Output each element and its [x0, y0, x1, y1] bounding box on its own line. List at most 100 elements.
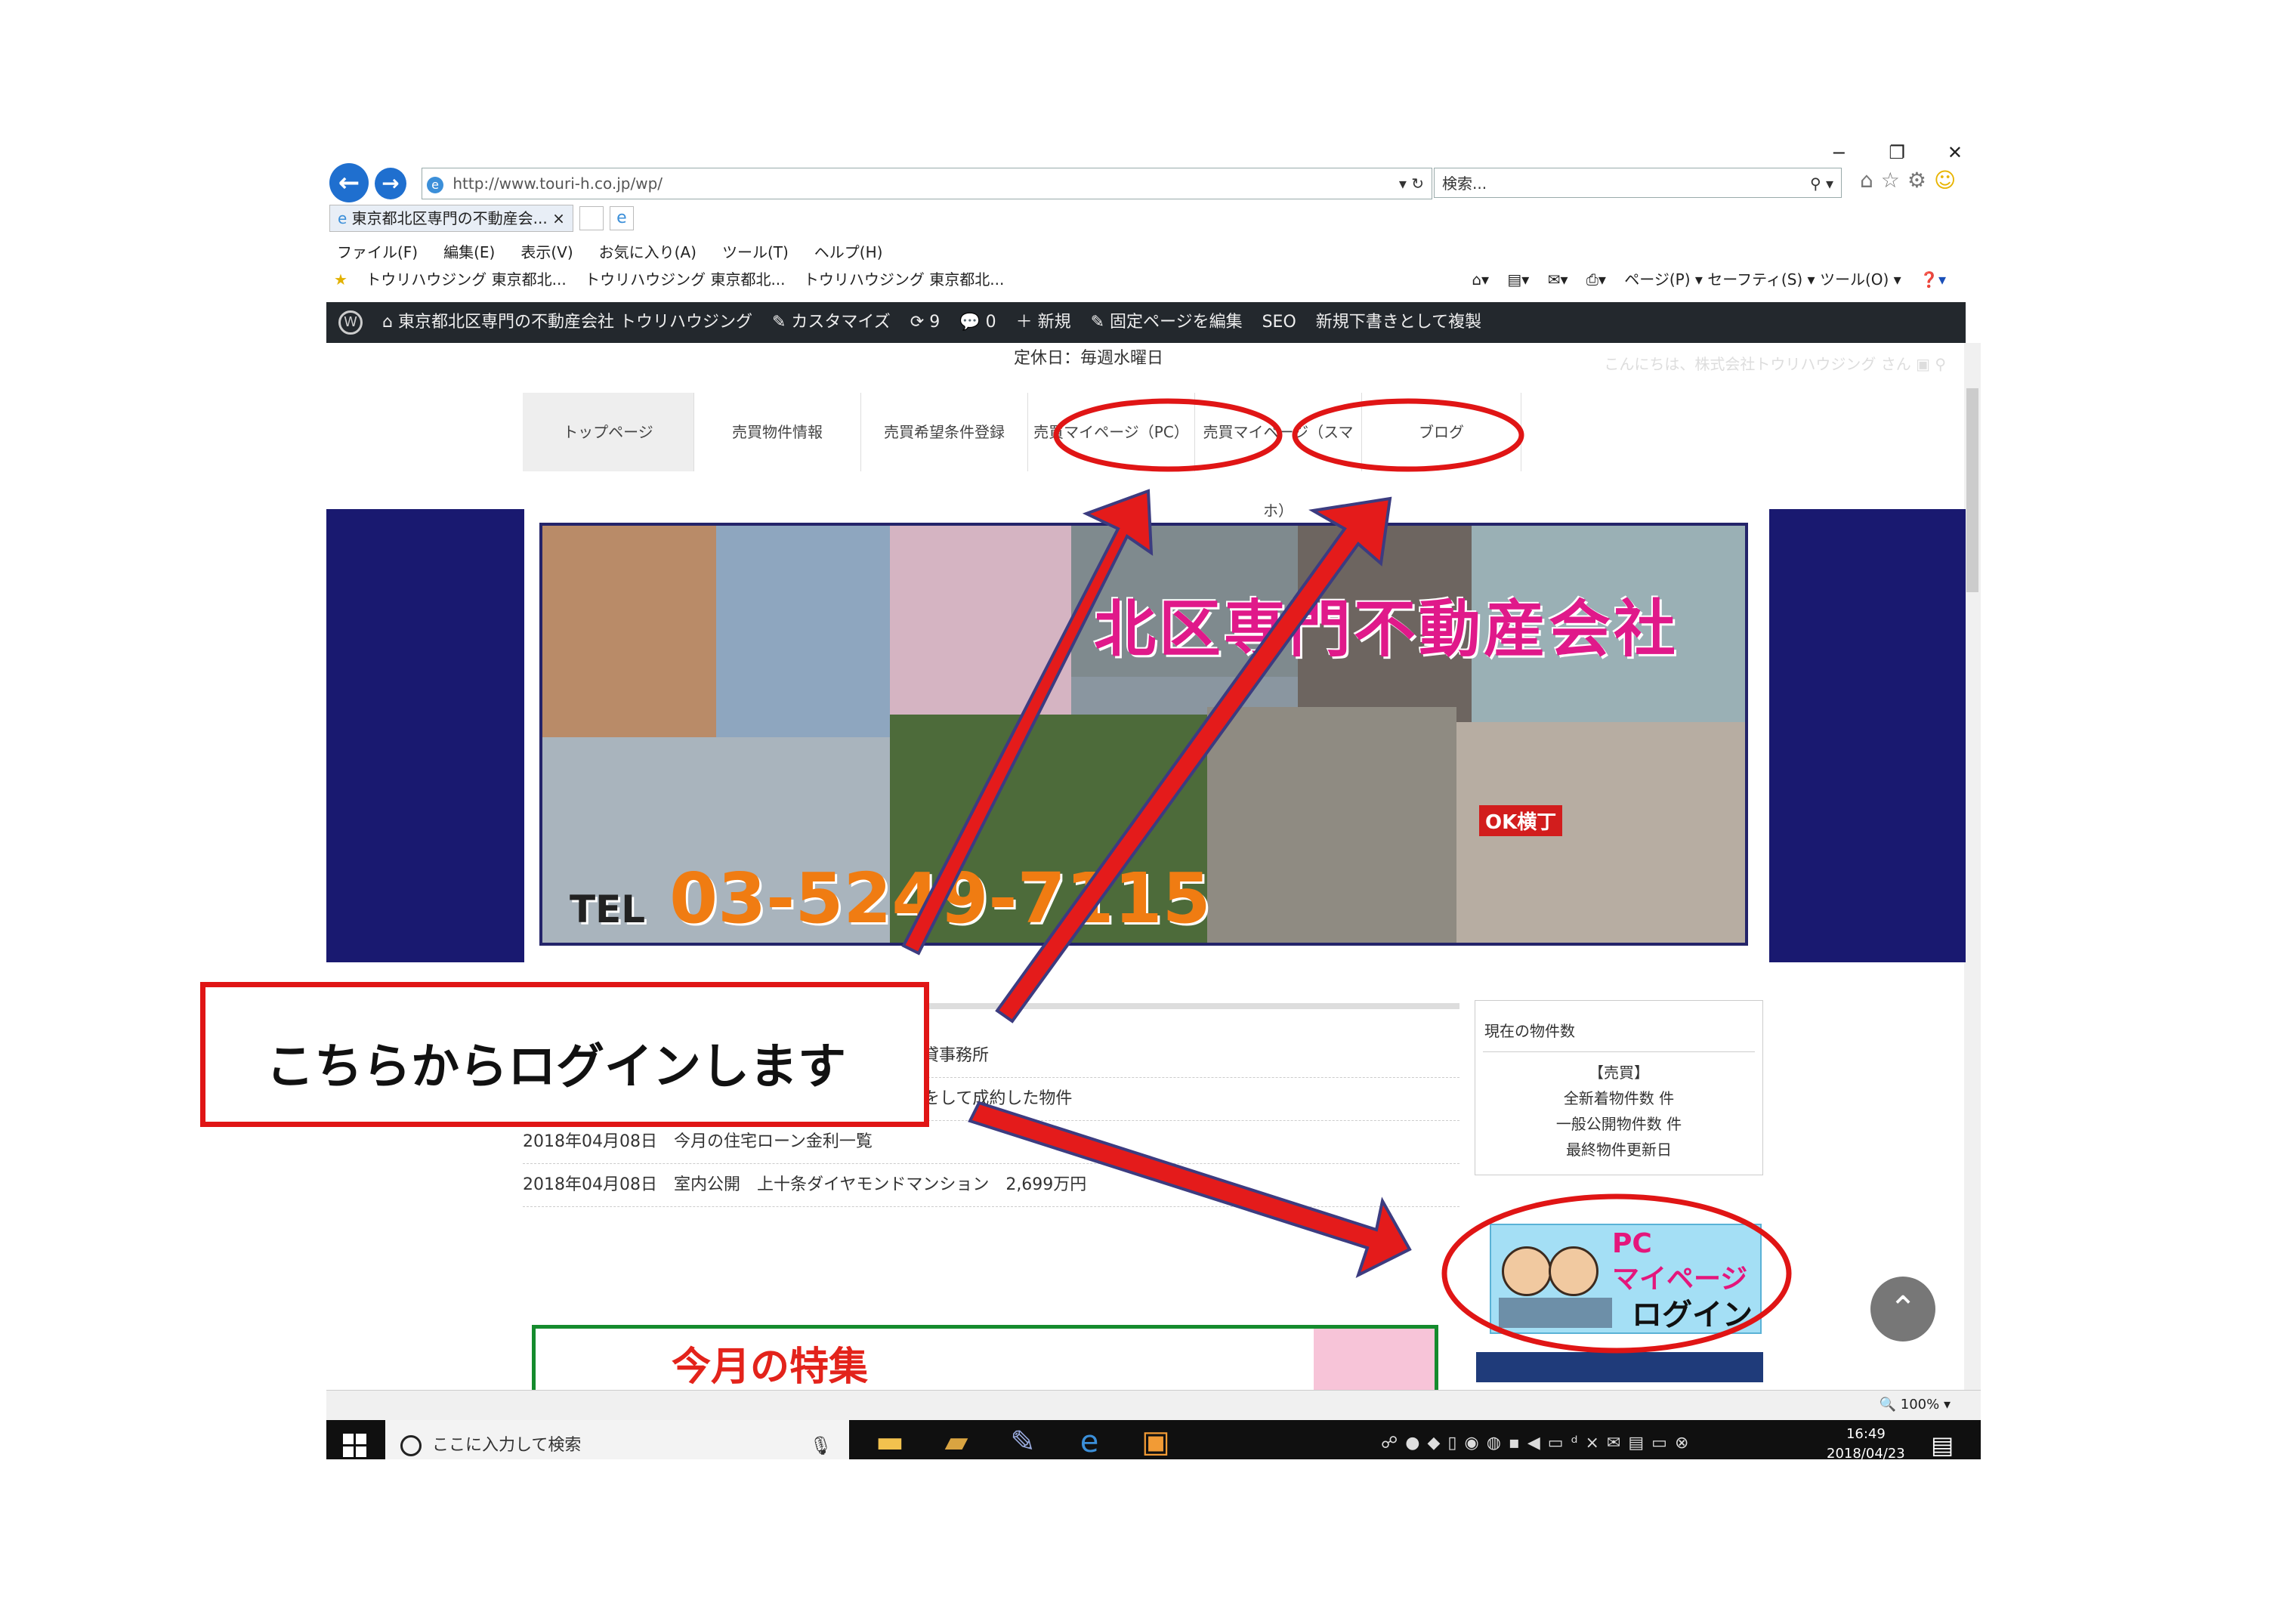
- command-bar[interactable]: ⌂▾ ▤▾ ✉▾ ⎙▾ ページ(P) ▾ セーフティ(S) ▾ ツール(O) ▾…: [1472, 267, 1960, 289]
- favorites-add-icon[interactable]: ★: [334, 270, 347, 289]
- menu-file[interactable]: ファイル(F): [337, 240, 418, 262]
- banner-title: 北区専門不動産会社: [1094, 594, 1679, 665]
- news-item[interactable]: 2018年04月08日 室内公開 上十条ダイヤモンドマンション 2,699万円: [523, 1164, 1459, 1207]
- print-icon[interactable]: ⎙▾: [1586, 270, 1606, 289]
- home-small-icon[interactable]: ⌂▾: [1472, 270, 1489, 289]
- admin-greeting[interactable]: こんにちは、株式会社トウリハウジング さん ▣ ⚲: [1604, 352, 1946, 374]
- smiley-feedback-icon[interactable]: ☺: [1934, 168, 1963, 193]
- favorite-link-3[interactable]: トウリハウジング 東京都北...: [804, 270, 1004, 289]
- internet-explorer-icon[interactable]: e: [1070, 1425, 1109, 1459]
- sidebar-banner-partial[interactable]: [1476, 1352, 1763, 1382]
- menu-bar: ファイル(F) 編集(E) 表示(V) お気に入り(A) ツール(T) ヘルプ(…: [337, 240, 882, 262]
- banner-side-left: [326, 509, 524, 962]
- admin-comments[interactable]: 💬 0: [959, 302, 996, 343]
- page-scrollbar[interactable]: [1964, 343, 1981, 1400]
- file-explorer-icon[interactable]: ▬: [870, 1425, 910, 1459]
- person-illustration: [1502, 1246, 1552, 1296]
- help-icon[interactable]: ❓▾: [1920, 270, 1946, 289]
- browser-tab[interactable]: e 東京都北区専門の不動産会... ×: [329, 205, 573, 232]
- pc-banner-line3: ログイン: [1632, 1298, 1753, 1332]
- hero-banner: 北区専門不動産会社 OK横丁 TEL 03-5249-7115: [539, 523, 1748, 946]
- dashboard-icon: ⌂: [382, 313, 398, 332]
- action-center-icon[interactable]: ▤: [1931, 1431, 1954, 1459]
- home-icon[interactable]: ⌂: [1860, 168, 1881, 193]
- admin-edit-page[interactable]: ✎ 固定ページを編集: [1091, 302, 1243, 343]
- new-tab-button[interactable]: [579, 206, 604, 230]
- paint-app-icon[interactable]: ✎: [1003, 1425, 1042, 1459]
- updates-icon: ⟳: [910, 313, 930, 332]
- callout-text: こちらからログインします: [266, 1039, 846, 1095]
- nav-mypage-pc[interactable]: 売買マイページ（PC）: [1028, 393, 1195, 471]
- admin-copy-draft[interactable]: 新規下書きとして複製: [1316, 302, 1481, 343]
- holiday-notice: 定休日：毎週水曜日: [1014, 349, 1164, 368]
- admin-seo[interactable]: SEO: [1262, 302, 1296, 343]
- refresh-icon[interactable]: ↻: [1411, 174, 1424, 193]
- forward-button[interactable]: →: [375, 168, 406, 199]
- favorites-bar: ★ トウリハウジング 東京都北... トウリハウジング 東京都北... トウリハ…: [334, 267, 1973, 295]
- search-icon[interactable]: ⚲: [1810, 174, 1821, 193]
- chevron-up-icon: ⌃: [1889, 1289, 1917, 1328]
- favorite-link-1[interactable]: トウリハウジング 東京都北...: [366, 270, 566, 289]
- system-tray[interactable]: ☍●◆▯◉◍▪◀▭ᵈ×✉▤▭⊗: [1381, 1434, 1696, 1453]
- nav-property-info[interactable]: 売買物件情報: [694, 393, 861, 471]
- mail-icon[interactable]: ✉▾: [1548, 270, 1568, 289]
- count-heading: 現在の物件数: [1483, 1001, 1755, 1052]
- address-bar[interactable]: e http://www.touri-h.co.jp/wp/ ▾ ↻: [422, 168, 1432, 199]
- address-tools[interactable]: ▾ ↻: [1399, 168, 1424, 199]
- taskbar-clock[interactable]: 16:49 2018/04/23: [1827, 1425, 1905, 1459]
- news-item[interactable]: 2018年04月08日 今月の住宅ローン金利一覧: [523, 1121, 1459, 1164]
- menu-view[interactable]: 表示(V): [520, 240, 573, 262]
- feeds-icon[interactable]: ▤▾: [1507, 270, 1529, 289]
- scrollbar-thumb[interactable]: [1966, 388, 1978, 592]
- admin-new[interactable]: ＋ 新規: [1016, 302, 1071, 343]
- network-icon: ◉: [1464, 1434, 1487, 1453]
- plus-icon: ＋: [1015, 313, 1038, 332]
- tray-app-icon: ●: [1405, 1434, 1428, 1453]
- close-button[interactable]: ✕: [1948, 142, 1963, 163]
- zoom-control[interactable]: 🔍 100% ▾: [1880, 1397, 1951, 1413]
- command-menus[interactable]: ページ(P) ▾ セーフティ(S) ▾ ツール(O) ▾: [1624, 270, 1901, 289]
- windows-start-button[interactable]: [343, 1434, 367, 1458]
- ie-logo-tab-icon[interactable]: e: [609, 206, 634, 230]
- scroll-to-top-button[interactable]: ⌃: [1870, 1277, 1935, 1341]
- favorite-link-2[interactable]: トウリハウジング 東京都北...: [585, 270, 785, 289]
- gear-icon[interactable]: ⚙: [1907, 168, 1934, 193]
- minimize-button[interactable]: −: [1831, 142, 1846, 163]
- menu-tools[interactable]: ツール(T): [722, 240, 789, 262]
- cortana-circle-icon: [400, 1435, 422, 1456]
- forward-arrow-icon: →: [381, 171, 400, 196]
- back-button[interactable]: ←: [329, 163, 369, 202]
- favorites-star-icon[interactable]: ☆: [1881, 168, 1907, 193]
- folder-app-icon[interactable]: ▰: [937, 1425, 976, 1459]
- wordpress-logo-icon[interactable]: W: [338, 310, 363, 335]
- status-bar: 🔍 100% ▾: [326, 1390, 1981, 1421]
- restore-button[interactable]: ❐: [1889, 142, 1905, 163]
- admin-updates[interactable]: ⟳ 9: [910, 302, 940, 343]
- photo-app-icon[interactable]: ▣: [1136, 1425, 1175, 1459]
- address-url: http://www.touri-h.co.jp/wp/: [453, 174, 663, 193]
- taskbar-search-input[interactable]: ここに入力して検索 🎙: [385, 1420, 849, 1459]
- tab-close-icon[interactable]: ×: [552, 209, 565, 227]
- microphone-icon[interactable]: 🎙: [810, 1420, 832, 1459]
- nav-top-page[interactable]: トップページ: [523, 393, 694, 471]
- menu-help[interactable]: ヘルプ(H): [814, 240, 883, 262]
- menu-edit[interactable]: 編集(E): [443, 240, 495, 262]
- tab-row: e 東京都北区専門の不動産会... × e: [329, 205, 634, 232]
- battery-icon: ▯: [1447, 1434, 1465, 1453]
- nav-wish-registration[interactable]: 売買希望条件登録: [861, 393, 1028, 471]
- search-input[interactable]: 検索... ⚲ ▾: [1434, 168, 1842, 198]
- nav-mypage-smartphone[interactable]: 売買マイページ（スマホ）: [1195, 393, 1362, 520]
- search-dropdown-icon[interactable]: ▾: [1826, 174, 1833, 193]
- admin-search-icon[interactable]: ⚲: [1935, 355, 1946, 373]
- nav-blog[interactable]: ブログ: [1362, 393, 1521, 471]
- admin-customize[interactable]: ✎ カスタマイズ: [772, 302, 891, 343]
- count-line: 最終物件更新日: [1566, 1141, 1672, 1159]
- tab-title: 東京都北区専門の不動産会...: [351, 209, 548, 227]
- dropdown-icon[interactable]: ▾: [1399, 174, 1407, 193]
- person-illustration: [1549, 1246, 1598, 1296]
- pc-mypage-login-banner[interactable]: PC マイページ ログイン: [1490, 1224, 1762, 1334]
- count-line: 【売買】: [1589, 1064, 1649, 1082]
- menu-favorites[interactable]: お気に入り(A): [599, 240, 697, 262]
- banner-side-right: [1769, 509, 1966, 962]
- admin-site-name[interactable]: ⌂ 東京都北区専門の不動産会社 トウリハウジング: [382, 302, 752, 343]
